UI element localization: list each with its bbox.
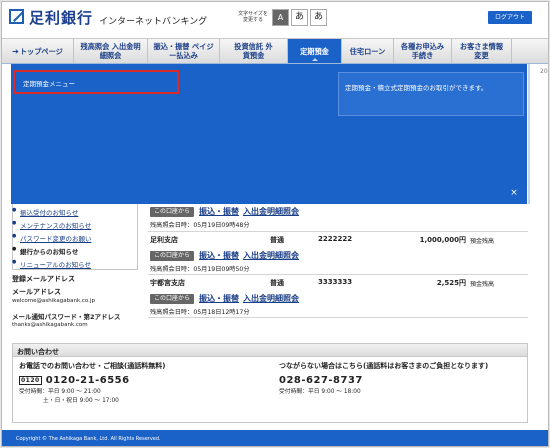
contact-alt-dial: つながらない場合はこちら(通話料はお客さまのご負担となります) 028-627-… — [279, 361, 488, 397]
contact-free-dial: お電話でのお問い合わせ・ご相談(通話料無料) 0120 0120-21-6556 … — [19, 361, 165, 406]
stamp-value: 05月19日09時50分 — [193, 266, 250, 273]
font-size-small-button[interactable]: A — [272, 9, 289, 26]
detail-link[interactable]: 入出金明細照会 — [243, 206, 299, 217]
nav-label: 残高照会 入出金明細照会 — [80, 42, 141, 60]
contact-right-tel: 028-627-8737 — [279, 375, 363, 386]
transfer-link[interactable]: 振込・振替 — [199, 293, 239, 304]
account-type: 普通 — [270, 279, 284, 287]
account-row: この口座から 振込・振替 入出金明細照会 残高照会日時：05月19日09時48分 — [148, 204, 528, 232]
detail-link[interactable]: 入出金明細照会 — [243, 250, 299, 261]
time-deposit-dropdown: 定期預金メニュー 定期預金・積立式定期預金のお取引ができます。 × — [11, 64, 527, 204]
contact-panel: お問い合わせ お電話でのお問い合わせ・ご相談(通話料無料) 0120 0120-2… — [12, 343, 528, 423]
balance-timestamp: 残高照会日時：05月18日12時17分 — [150, 307, 250, 316]
nav-item-balance[interactable]: 残高照会 入出金明細照会 — [74, 39, 148, 63]
account-actions: この口座から 振込・振替 入出金明細照会 — [150, 250, 303, 261]
nav-label: トップページ — [19, 46, 63, 56]
account-info: 足利支店 普通 2222222 1,000,000円 預金残高 — [150, 235, 524, 247]
nav-label: 定期預金 — [300, 46, 329, 56]
balance-label: 預金残高 — [470, 238, 495, 245]
email2-label: メール通知パスワード・第2アドレス — [12, 313, 121, 321]
account-row: 足利支店 普通 2222222 1,000,000円 預金残高 この口座から 振… — [148, 232, 528, 275]
logout-button[interactable]: ログアウト — [488, 11, 532, 24]
nav-item-investment[interactable]: 投資信託 外貨預金 — [220, 39, 288, 63]
site-footer: Copyright © The Ashikaga Bank, Ltd. All … — [2, 430, 548, 446]
font-size-large-button[interactable]: あ — [310, 9, 327, 26]
browser-frame: 足利銀行 インターネットバンキング 文字サイズを 変更する A あ あ ログアウ… — [1, 1, 549, 447]
home-arrow-icon: ➔ — [12, 46, 19, 56]
notice-link-transfer[interactable]: 振込受付のお知らせ — [12, 207, 144, 217]
contact-left-hours-1: 受付時間：平日 9:00 ～ 21:00 — [19, 389, 101, 395]
account-info: 宇都宮支店 普通 3333333 2,525円 預金残高 — [150, 278, 524, 290]
from-account-badge: この口座から — [150, 206, 195, 217]
account-balance: 2,525円 — [436, 279, 466, 287]
notice-link-password[interactable]: パスワード変更のお願い — [12, 233, 144, 243]
account-number: 3333333 — [318, 278, 353, 286]
stamp-value: 05月18日12時17分 — [193, 309, 250, 316]
notice-link-bank[interactable]: 銀行からのお知らせ — [12, 246, 144, 256]
nav-item-applications[interactable]: 各種お申込み 手続き — [394, 39, 452, 63]
nav-item-transfer[interactable]: 振込・振替 ペイジー払込み — [148, 39, 220, 63]
service-name: インターネットバンキング — [99, 17, 208, 27]
nav-label: 振込・振替 ペイジー払込み — [153, 42, 214, 60]
contact-left-hours-2: 土・日・祝日 9:00 ～ 17:00 — [43, 398, 119, 404]
account-actions: この口座から 振込・振替 入出金明細照会 — [150, 293, 303, 304]
account-row: 宇都宮支店 普通 3333333 2,525円 預金残高 この口座から 振込・振… — [148, 275, 528, 318]
time-deposit-info-box: 定期預金・積立式定期預金のお取引ができます。 — [338, 72, 524, 116]
transfer-link[interactable]: 振込・振替 — [199, 206, 239, 217]
stamp-prefix: 残高照会日時： — [150, 309, 194, 316]
contact-right-title: つながらない場合はこちら(通話料はお客さまのご負担となります) — [279, 362, 489, 370]
balance-label: 預金残高 — [470, 281, 495, 288]
email-label: メールアドレス — [12, 288, 61, 296]
nav-item-top[interactable]: ➔ トップページ — [2, 39, 74, 63]
nav-label: 各種お申込み 手続き — [400, 42, 445, 60]
notice-links: 振込受付のお知らせ メンテナンスのお知らせ パスワード変更のお願い 銀行からのお… — [12, 207, 144, 272]
notice-link-renewal[interactable]: リニューアルのお知らせ — [12, 259, 144, 269]
contact-heading: お問い合わせ — [13, 344, 527, 357]
time-deposit-menu-link[interactable]: 定期預金メニュー — [13, 70, 179, 94]
account-actions: この口座から 振込・振替 入出金明細照会 — [150, 206, 303, 217]
from-account-badge: この口座から — [150, 293, 195, 304]
close-icon[interactable]: × — [508, 187, 520, 199]
from-account-badge: この口座から — [150, 250, 195, 261]
nav-item-time-deposit[interactable]: 定期預金 — [288, 39, 342, 63]
nav-label: 住宅ローン — [349, 46, 386, 56]
nav-label: 投資信託 外貨預金 — [234, 42, 273, 60]
account-type: 普通 — [270, 236, 284, 244]
font-size-label: 文字サイズを 変更する — [238, 11, 268, 23]
balance-timestamp: 残高照会日時：05月19日09時50分 — [150, 264, 250, 273]
contact-right-hours: 受付時間：平日 9:00 ～ 18:00 — [279, 389, 361, 395]
email-value: welcome@ashikagabank.co.jp — [12, 298, 95, 304]
contact-left-tel: 0120 0120-21-6556 — [19, 375, 165, 386]
email2-value: thanks@ashikagabank.com — [12, 322, 88, 328]
free-dial-icon: 0120 — [19, 375, 42, 385]
branch-name: 宇都宮支店 — [150, 279, 185, 287]
global-nav: ➔ トップページ 残高照会 入出金明細照会 振込・振替 ペイジー払込み 投資信託 … — [2, 38, 548, 64]
account-balance: 1,000,000円 — [419, 236, 466, 244]
balance-timestamp: 残高照会日時：05月19日09時48分 — [150, 220, 250, 229]
stamp-prefix: 残高照会日時： — [150, 266, 194, 273]
transfer-link[interactable]: 振込・振替 — [199, 250, 239, 261]
bank-name: 足利銀行 — [29, 9, 94, 27]
nav-item-housing-loan[interactable]: 住宅ローン — [342, 39, 394, 63]
site-header: 足利銀行 インターネットバンキング 文字サイズを 変更する A あ あ ログアウ… — [2, 2, 548, 38]
nav-label: お客さま情報 変更 — [459, 42, 504, 60]
stamp-value: 05月19日09時48分 — [193, 222, 250, 229]
dropdown-edge — [528, 64, 530, 204]
detail-link[interactable]: 入出金明細照会 — [243, 293, 299, 304]
branch-name: 足利支店 — [150, 236, 178, 244]
bank-logo-icon — [9, 9, 24, 24]
stamp-prefix: 残高照会日時： — [150, 222, 194, 229]
contact-left-title: お電話でのお問い合わせ・ご相談(通話料無料) — [19, 362, 166, 370]
account-number: 2222222 — [318, 235, 353, 243]
free-dial-number: 0120-21-6556 — [45, 375, 130, 386]
notice-link-maintenance[interactable]: メンテナンスのお知らせ — [12, 220, 144, 230]
font-size-medium-button[interactable]: あ — [291, 9, 308, 26]
account-list: この口座から 振込・振替 入出金明細照会 残高照会日時：05月19日09時48分… — [148, 204, 528, 318]
email-heading: 登録メールアドレス — [12, 275, 75, 283]
peek-text: 201 — [540, 68, 548, 75]
nav-item-customer-info[interactable]: お客さま情報 変更 — [452, 39, 512, 63]
